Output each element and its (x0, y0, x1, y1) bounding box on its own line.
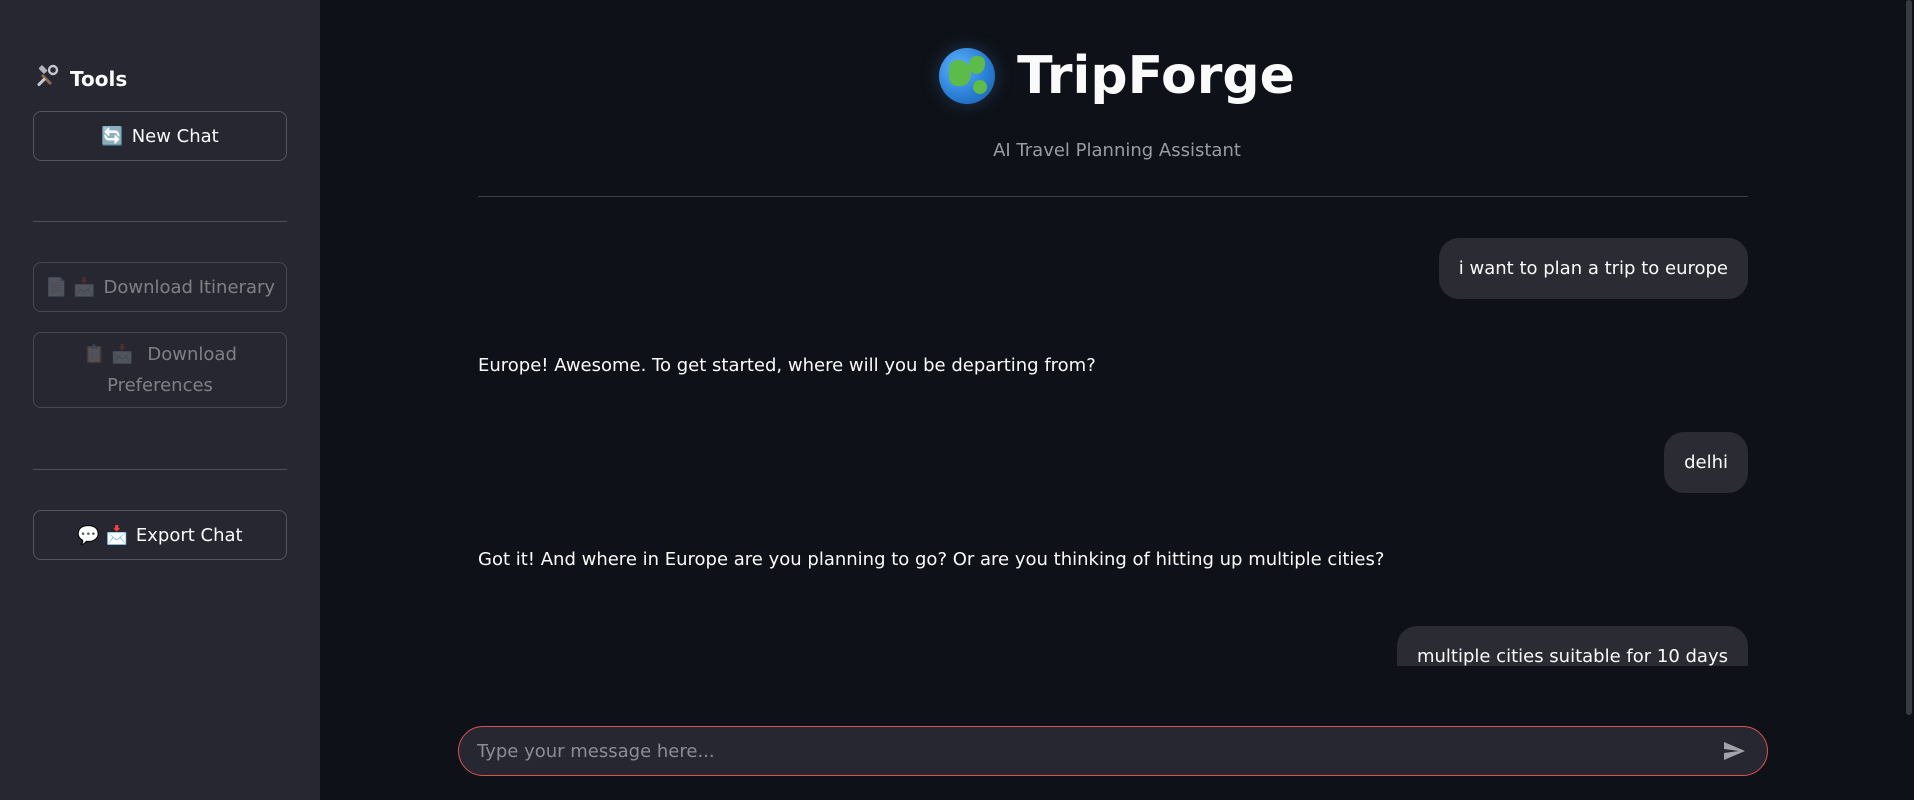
chat-input-container (458, 726, 1768, 776)
app-title-text: TripForge (1017, 46, 1295, 106)
new-chat-label: New Chat (131, 125, 219, 147)
scrollbar[interactable] (1906, 0, 1912, 715)
sidebar-divider (33, 221, 287, 222)
download-preferences-label-1: Download (147, 344, 237, 365)
new-chat-button[interactable]: 🔄 New Chat (33, 111, 287, 161)
assistant-message: Europe! Awesome. To get started, where w… (478, 355, 1096, 376)
document-download-icon: 📄 📩 (44, 276, 96, 298)
refresh-icon: 🔄 (101, 125, 124, 147)
export-chat-button[interactable]: 💬 📩 Export Chat (33, 510, 287, 560)
user-message: multiple cities suitable for 10 days (1396, 626, 1748, 666)
send-icon (1724, 742, 1745, 760)
sidebar-title: Tools (36, 64, 127, 93)
chat-history[interactable]: i want to plan a trip to europe Europe! … (478, 230, 1748, 666)
download-preferences-label-2: Preferences (107, 375, 213, 396)
sidebar-divider (33, 469, 287, 470)
globe-icon (939, 48, 996, 104)
download-preferences-button[interactable]: 📋 📩 Download Preferences (33, 332, 287, 408)
app-subtitle: AI Travel Planning Assistant (993, 140, 1241, 161)
user-message: i want to plan a trip to europe (1438, 238, 1748, 299)
export-chat-label: Export Chat (135, 524, 243, 546)
app-title: TripForge (320, 46, 1914, 106)
assistant-message: Got it! And where in Europe are you plan… (478, 549, 1385, 570)
sidebar: Tools 🔄 New Chat 📄 📩 Download Itinerary … (0, 0, 320, 800)
hammer-wrench-icon (36, 64, 60, 93)
clipboard-download-icon: 📋 📩 (83, 344, 134, 365)
chat-input[interactable] (477, 740, 1719, 762)
sidebar-title-label: Tools (70, 66, 128, 91)
main-area: TripForge AI Travel Planning Assistant i… (320, 0, 1914, 800)
header-divider (478, 196, 1748, 197)
download-itinerary-label: Download Itinerary (103, 276, 276, 298)
send-button[interactable] (1719, 736, 1749, 766)
user-message: delhi (1664, 432, 1748, 493)
speech-bubble-download-icon: 💬 📩 (77, 524, 128, 546)
download-itinerary-button[interactable]: 📄 📩 Download Itinerary (33, 262, 287, 312)
